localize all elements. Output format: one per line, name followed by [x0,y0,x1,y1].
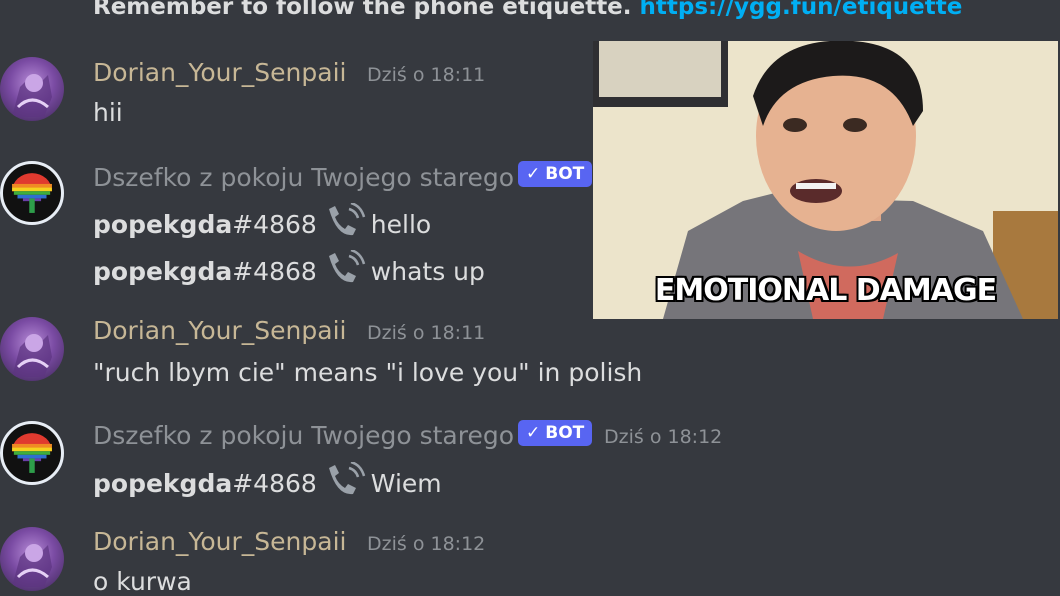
avatar[interactable] [0,57,64,121]
timestamp: Dziś o 18:11 [367,64,486,86]
bot-name[interactable]: Dszefko z pokoju Twojego starego [93,421,514,450]
bot-badge: ✓ BOT [518,420,593,446]
relay-discriminator: #4868 [232,257,317,286]
relay-text: whats up [370,257,485,286]
pinned-notice: Remember to follow the phone etiquette. h… [93,0,962,20]
relay-text: hello [370,210,432,239]
phone-icon [323,201,367,245]
message-text: "ruch lbym cie" means "i love you" in po… [93,358,643,387]
message-text: o kurwa [93,567,192,596]
author-name[interactable]: Dorian_Your_Senpaii [93,58,346,87]
bot-name[interactable]: Dszefko z pokoju Twojego starego [93,163,514,192]
notice-text: Remember to follow the phone etiquette. [93,0,632,20]
phone-icon [323,248,367,292]
avatar[interactable] [0,317,64,381]
relay-user[interactable]: popekgda [93,257,232,286]
timestamp: Dziś o 18:12 [367,533,486,555]
relay-discriminator: #4868 [232,210,317,239]
message-line: popekgda#4868 whats up [93,248,485,292]
message-line: popekgda#4868 Wiem [93,460,442,504]
bot-badge: ✓ BOT [518,161,593,187]
avatar[interactable] [0,527,64,591]
check-icon: ✓ [526,423,541,443]
relay-user[interactable]: popekgda [93,469,232,498]
author-name[interactable]: Dorian_Your_Senpaii [93,527,346,556]
timestamp: Dziś o 18:12 [604,426,723,448]
meme-overlay-image: EMOTIONAL DAMAGE [593,41,1058,319]
timestamp: Dziś o 18:11 [367,322,486,344]
author-name[interactable]: Dorian_Your_Senpaii [93,316,346,345]
avatar[interactable] [0,161,64,225]
relay-text: Wiem [370,469,442,498]
meme-caption: EMOTIONAL DAMAGE [654,273,997,308]
badge-label: BOT [545,164,585,184]
check-icon: ✓ [526,164,541,184]
etiquette-link[interactable]: https://ygg.fun/etiquette [640,0,963,20]
message-text: hii [93,98,123,127]
phone-icon [323,460,367,504]
avatar[interactable] [0,421,64,485]
relay-user[interactable]: popekgda [93,210,232,239]
message-line: popekgda#4868 hello [93,201,432,245]
badge-label: BOT [545,423,585,443]
relay-discriminator: #4868 [232,469,317,498]
